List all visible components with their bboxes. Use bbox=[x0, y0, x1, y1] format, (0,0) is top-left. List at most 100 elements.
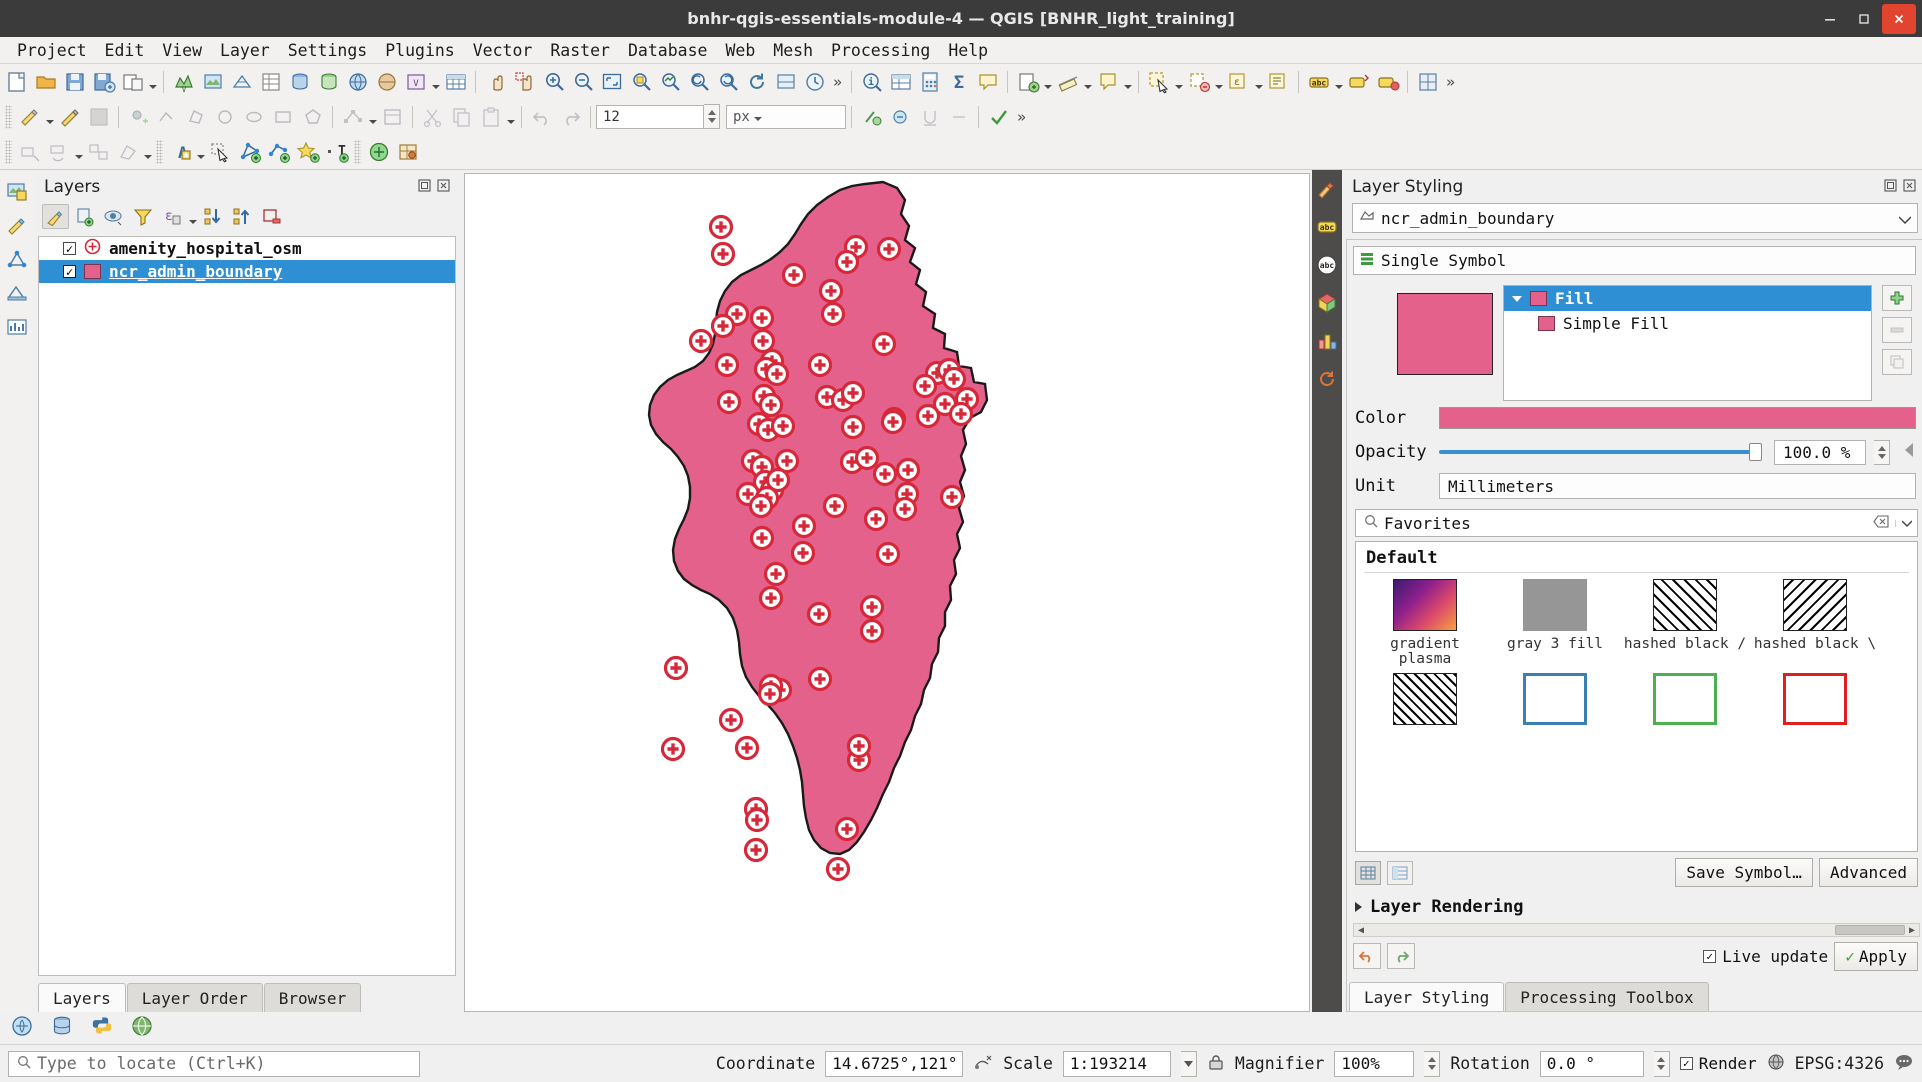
menu-view[interactable]: View bbox=[153, 39, 211, 62]
refresh-icon[interactable] bbox=[742, 67, 771, 96]
toolbar-overflow-chevron[interactable]: » bbox=[829, 73, 846, 91]
zoom-last-icon[interactable] bbox=[684, 67, 713, 96]
deselect-features-icon[interactable] bbox=[1184, 67, 1213, 96]
gallery-item-hashed-black-back[interactable]: hashed black \ bbox=[1750, 579, 1880, 673]
toolbar-row2-overflow[interactable]: » bbox=[1013, 108, 1030, 126]
vertex-tool-icon[interactable] bbox=[338, 102, 367, 131]
lock-scale-icon[interactable] bbox=[1207, 1053, 1225, 1075]
web-globe-icon[interactable] bbox=[130, 1014, 154, 1043]
identify-features-icon[interactable]: i bbox=[857, 67, 886, 96]
modify-attributes-icon[interactable] bbox=[378, 102, 407, 131]
add-circle-feature-icon[interactable] bbox=[211, 102, 240, 131]
chevron-down-icon[interactable] bbox=[1899, 209, 1911, 228]
show-labels-icon[interactable]: abc bbox=[1304, 67, 1333, 96]
minimize-button[interactable] bbox=[1814, 4, 1846, 34]
history-icon[interactable] bbox=[1314, 366, 1340, 392]
layer-selector-combo[interactable]: ncr_admin_boundary bbox=[1352, 203, 1918, 233]
new-shapefile-layer-icon[interactable] bbox=[1013, 67, 1042, 96]
filter-legend-dropdown-arrow[interactable] bbox=[187, 202, 198, 231]
zoom-to-selection-icon[interactable] bbox=[626, 67, 655, 96]
maximize-button[interactable] bbox=[1848, 4, 1880, 34]
undock-icon[interactable] bbox=[1884, 177, 1897, 197]
label-underline-icon[interactable] bbox=[915, 102, 944, 131]
gallery-item-gradient-plasma[interactable]: gradient plasma bbox=[1360, 579, 1490, 673]
advanced-button[interactable]: Advanced bbox=[1819, 858, 1918, 887]
crosshatch-swatch[interactable] bbox=[1393, 673, 1457, 725]
rail-processing-icon[interactable] bbox=[4, 246, 30, 272]
edits-dropdown-arrow[interactable] bbox=[44, 102, 55, 131]
hashed-black-forward-swatch[interactable] bbox=[1653, 579, 1717, 631]
rotation-spinner[interactable] bbox=[1654, 1051, 1670, 1077]
move-label-icon[interactable] bbox=[15, 137, 44, 166]
measure-dropdown-arrow[interactable] bbox=[1082, 67, 1093, 96]
labels-abc-icon[interactable]: abc bbox=[1314, 214, 1340, 240]
undo-style-button[interactable] bbox=[1353, 943, 1381, 969]
hashed-black-back-swatch[interactable] bbox=[1783, 579, 1847, 631]
gallery-item-crosshatch[interactable] bbox=[1360, 673, 1490, 737]
vertex-dropdown-arrow[interactable] bbox=[367, 102, 378, 131]
rotation-field[interactable]: 0.0 ° bbox=[1540, 1051, 1644, 1077]
collapse-triangle-icon[interactable] bbox=[1355, 902, 1362, 912]
zoom-next-icon[interactable] bbox=[713, 67, 742, 96]
label-italic-icon[interactable] bbox=[886, 102, 915, 131]
save-symbol-button[interactable]: Save Symbol… bbox=[1675, 858, 1813, 887]
menu-settings[interactable]: Settings bbox=[279, 39, 376, 62]
label-size-field[interactable]: 12 bbox=[596, 105, 704, 129]
map-tips-icon[interactable] bbox=[1093, 67, 1122, 96]
add-symbol-layer-button[interactable] bbox=[1882, 285, 1912, 311]
label-tb-dropdown[interactable] bbox=[195, 137, 206, 166]
opacity-spinner[interactable] bbox=[1874, 440, 1890, 465]
masks-abc-icon[interactable]: abc bbox=[1314, 252, 1340, 278]
menu-help[interactable]: Help bbox=[939, 39, 997, 62]
layout-manager-icon[interactable] bbox=[118, 67, 147, 96]
cut-features-icon[interactable] bbox=[418, 102, 447, 131]
add-wcs-layer-icon[interactable] bbox=[372, 67, 401, 96]
menu-mesh[interactable]: Mesh bbox=[764, 39, 822, 62]
menu-edit[interactable]: Edit bbox=[96, 39, 154, 62]
add-ellipse-feature-icon[interactable] bbox=[240, 102, 269, 131]
layer-row-ncr-admin-boundary[interactable]: ✓ ncr_admin_boundary bbox=[39, 260, 455, 283]
outline-red-swatch[interactable] bbox=[1783, 673, 1847, 725]
messages-bubble-icon[interactable] bbox=[1894, 1052, 1914, 1076]
paste-dropdown-arrow[interactable] bbox=[505, 102, 516, 131]
style-manager-icon[interactable] bbox=[1413, 67, 1442, 96]
close-button[interactable] bbox=[1882, 4, 1916, 34]
opacity-slider[interactable] bbox=[1439, 441, 1766, 463]
copy-features-icon[interactable] bbox=[447, 102, 476, 131]
select-by-expression-icon[interactable]: ε bbox=[1224, 67, 1253, 96]
unit-combo[interactable]: Millimeters bbox=[1439, 473, 1916, 499]
add-group-icon[interactable] bbox=[71, 204, 98, 229]
gallery-item-gray-3-fill[interactable]: gray 3 fill bbox=[1490, 579, 1620, 673]
render-checkbox[interactable]: ✓ bbox=[1680, 1057, 1693, 1070]
save-project-as-icon[interactable] bbox=[89, 67, 118, 96]
pan-map-icon[interactable] bbox=[481, 67, 510, 96]
change-label-icon[interactable] bbox=[84, 137, 113, 166]
gradient-plasma-swatch[interactable] bbox=[1393, 579, 1457, 631]
new-virtual-layer-icon[interactable]: V bbox=[401, 67, 430, 96]
show-map-tips-icon[interactable] bbox=[973, 67, 1002, 96]
map-canvas[interactable] bbox=[464, 173, 1310, 1012]
collapse-all-icon[interactable] bbox=[229, 204, 256, 229]
pin-label-icon[interactable] bbox=[113, 137, 142, 166]
color-swatch-button[interactable] bbox=[1439, 407, 1916, 429]
select-features-icon[interactable] bbox=[1144, 67, 1173, 96]
pin-dropdown-arrow[interactable] bbox=[142, 137, 153, 166]
database-manager-icon[interactable] bbox=[50, 1014, 74, 1043]
redo-style-button[interactable] bbox=[1387, 943, 1415, 969]
add-star-node-icon[interactable] bbox=[293, 137, 322, 166]
symbol-tree-row-fill[interactable]: Fill bbox=[1504, 286, 1871, 311]
zoom-to-layer-icon[interactable] bbox=[655, 67, 684, 96]
crs-label[interactable]: EPSG:4326 bbox=[1795, 1054, 1884, 1073]
menu-plugins[interactable]: Plugins bbox=[376, 39, 464, 62]
layer-dropdown-arrow[interactable] bbox=[430, 67, 441, 96]
add-raster-layer-icon[interactable] bbox=[198, 67, 227, 96]
gallery-item-outline-red[interactable] bbox=[1750, 673, 1880, 737]
save-layer-edits-icon[interactable] bbox=[84, 102, 113, 131]
add-polygon-feature-icon[interactable] bbox=[182, 102, 211, 131]
pan-to-selection-icon[interactable] bbox=[510, 67, 539, 96]
rail-browser-icon[interactable] bbox=[4, 280, 30, 306]
paste-features-icon[interactable] bbox=[476, 102, 505, 131]
add-line-feature-icon[interactable] bbox=[153, 102, 182, 131]
symbol-layer-tree[interactable]: Fill Simple Fill bbox=[1503, 285, 1872, 401]
layer-row-amenity-hospital-osm[interactable]: ✓ amenity_hospital_osm bbox=[39, 237, 455, 260]
